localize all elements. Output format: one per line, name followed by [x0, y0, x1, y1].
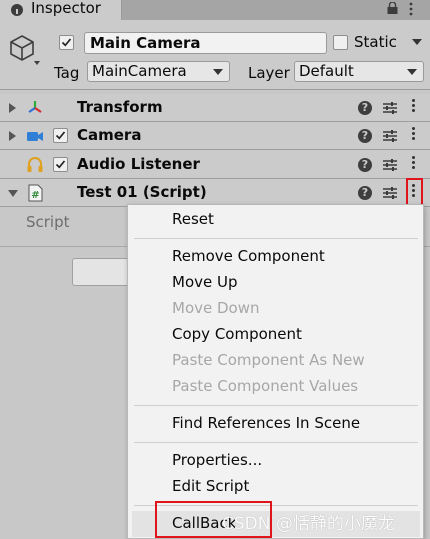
add-component-button[interactable]	[72, 258, 132, 286]
tag-label: Tag	[54, 64, 80, 82]
transform-icon	[28, 101, 42, 113]
help-icon[interactable]: ?	[358, 101, 372, 115]
foldout-arrow-icon[interactable]	[8, 190, 18, 197]
component-test01-script[interactable]: # Test 01 (Script) ?	[0, 178, 430, 208]
script-field-label: Script	[26, 213, 70, 231]
component-menu-icon[interactable]	[412, 156, 417, 174]
tab-bar: Inspector	[0, 0, 430, 20]
tab-inspector[interactable]: Inspector	[0, 0, 122, 20]
menu-item-reset[interactable]: Reset	[172, 210, 214, 228]
component-menu-icon[interactable]	[412, 99, 417, 117]
menu-item-copy-component[interactable]: Copy Component	[172, 325, 302, 343]
component-name: Test 01 (Script)	[77, 183, 207, 201]
menu-item-remove-component[interactable]: Remove Component	[172, 247, 325, 265]
tab-title: Inspector	[31, 0, 101, 17]
info-icon	[11, 4, 23, 16]
tag-dropdown[interactable]: MainCamera	[87, 61, 230, 82]
component-audio-listener[interactable]: Audio Listener ?	[0, 151, 430, 179]
gameobject-name-field[interactable]: Main Camera	[84, 32, 327, 54]
menu-item-edit-script[interactable]: Edit Script	[172, 477, 249, 495]
component-menu-icon[interactable]	[412, 127, 417, 145]
component-transform[interactable]: Transform ?	[0, 94, 430, 122]
headphones-icon	[27, 157, 43, 172]
tag-value: MainCamera	[92, 62, 187, 80]
menu-separator	[134, 405, 418, 406]
presets-icon[interactable]	[382, 158, 398, 172]
menu-separator	[134, 238, 418, 239]
menu-item-paste-values[interactable]: Paste Component Values	[172, 377, 358, 395]
layer-value: Default	[299, 62, 354, 80]
csharp-script-icon: #	[28, 184, 43, 202]
chevron-down-icon	[407, 69, 417, 75]
help-icon[interactable]: ?	[358, 186, 372, 200]
component-name: Audio Listener	[77, 155, 200, 173]
static-dropdown-arrow-icon[interactable]	[412, 39, 422, 45]
foldout-arrow-icon[interactable]	[9, 131, 16, 141]
component-enabled-checkbox[interactable]	[53, 128, 68, 143]
gameobject-header: Main Camera Static Tag MainCamera Layer …	[0, 20, 430, 90]
component-camera[interactable]: Camera ?	[0, 122, 430, 150]
presets-icon[interactable]	[382, 129, 398, 143]
presets-icon[interactable]	[382, 186, 398, 200]
menu-item-paste-as-new[interactable]: Paste Component As New	[172, 351, 365, 369]
menu-item-properties[interactable]: Properties...	[172, 451, 262, 469]
presets-icon[interactable]	[382, 101, 398, 115]
tab-menu-icon[interactable]	[408, 1, 414, 17]
menu-separator	[134, 442, 418, 443]
active-checkbox[interactable]	[59, 35, 74, 50]
menu-item-move-up[interactable]: Move Up	[172, 273, 238, 291]
svg-text:#: #	[31, 190, 39, 201]
static-checkbox[interactable]	[333, 35, 348, 50]
menu-item-find-references[interactable]: Find References In Scene	[172, 414, 360, 432]
menu-item-move-down[interactable]: Move Down	[172, 299, 260, 317]
layer-dropdown[interactable]: Default	[294, 61, 424, 82]
component-menu-icon[interactable]	[406, 178, 423, 208]
help-icon[interactable]: ?	[358, 158, 372, 172]
help-icon[interactable]: ?	[358, 129, 372, 143]
foldout-arrow-icon[interactable]	[9, 103, 16, 113]
component-context-menu: Reset Remove Component Move Up Move Down…	[127, 204, 424, 539]
camera-icon	[27, 132, 43, 141]
chevron-down-icon	[213, 69, 223, 75]
watermark: CSDN @恬静的小魔龙	[222, 514, 395, 534]
static-label: Static	[354, 33, 397, 51]
lock-icon[interactable]	[387, 2, 398, 14]
layer-label: Layer	[248, 64, 290, 82]
gameobject-cube-icon[interactable]	[8, 33, 40, 67]
component-enabled-checkbox[interactable]	[53, 157, 68, 172]
component-name: Camera	[77, 126, 142, 144]
component-name: Transform	[77, 98, 163, 116]
